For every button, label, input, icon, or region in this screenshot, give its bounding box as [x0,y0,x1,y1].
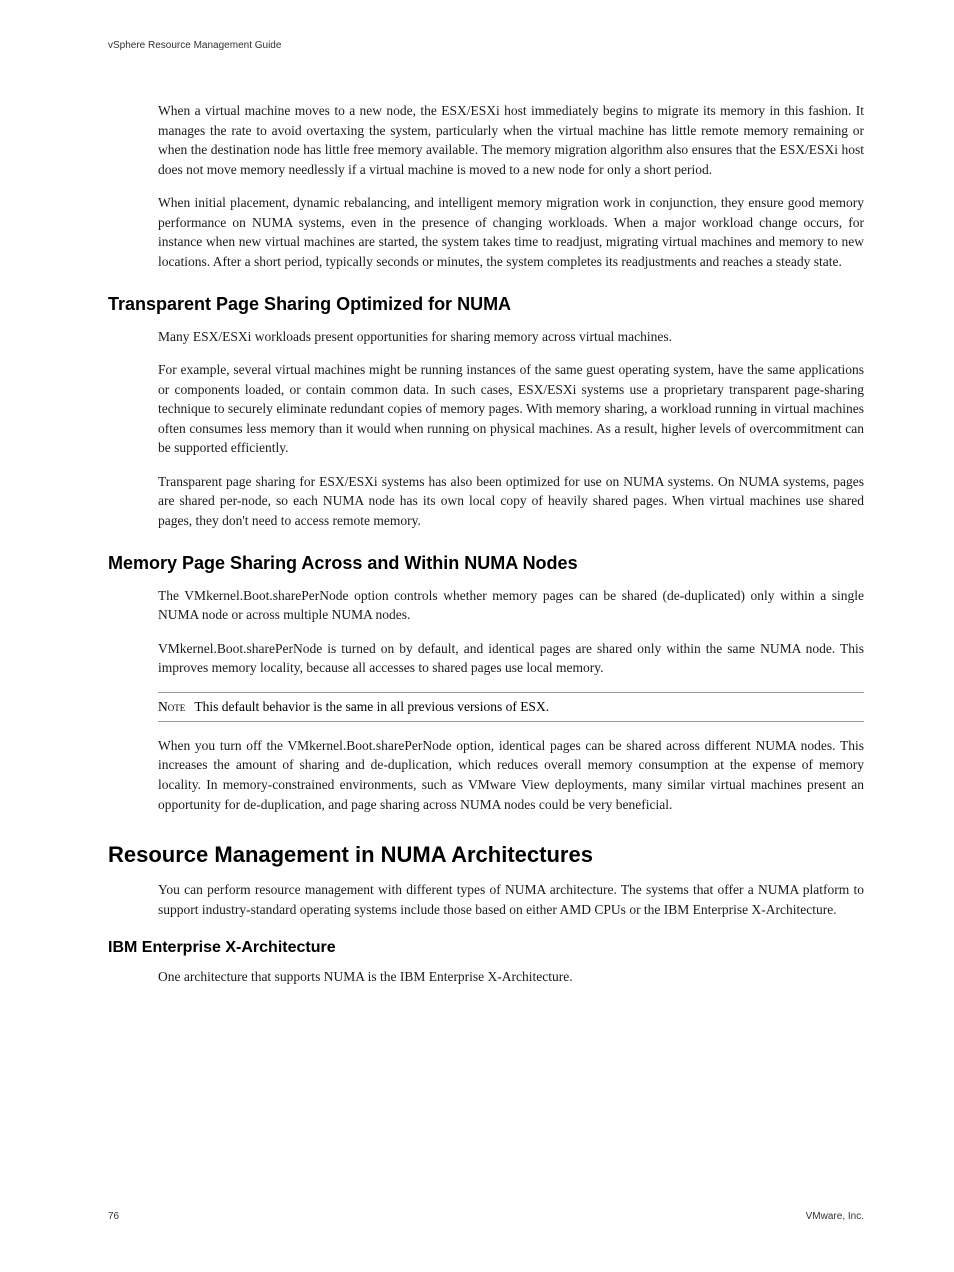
content-area: When a virtual machine moves to a new no… [158,101,864,272]
section-heading-resource-management: Resource Management in NUMA Architecture… [108,842,864,868]
body-paragraph: Many ESX/ESXi workloads present opportun… [158,327,864,347]
body-paragraph: When you turn off the VMkernel.Boot.shar… [158,736,864,814]
company-name: VMware, Inc. [806,1211,864,1222]
body-paragraph: The VMkernel.Boot.sharePerNode option co… [158,586,864,625]
note-text: This default behavior is the same in all… [194,699,549,714]
note-callout: Note This default behavior is the same i… [158,692,864,722]
page-header: vSphere Resource Management Guide [108,40,864,51]
body-paragraph: You can perform resource management with… [158,880,864,919]
content-area: The VMkernel.Boot.sharePerNode option co… [158,586,864,815]
section-heading-ibm-enterprise: IBM Enterprise X-Architecture [108,939,864,957]
body-paragraph: One architecture that supports NUMA is t… [158,967,864,987]
page-footer: 76 VMware, Inc. [108,1211,864,1222]
note-label: Note [158,699,185,714]
content-area: One architecture that supports NUMA is t… [158,967,864,987]
page-number: 76 [108,1211,119,1222]
content-area: You can perform resource management with… [158,880,864,919]
body-paragraph: When a virtual machine moves to a new no… [158,101,864,179]
section-heading-transparent-page-sharing: Transparent Page Sharing Optimized for N… [108,294,864,315]
content-area: Many ESX/ESXi workloads present opportun… [158,327,864,531]
body-paragraph: VMkernel.Boot.sharePerNode is turned on … [158,639,864,678]
body-paragraph: For example, several virtual machines mi… [158,360,864,458]
header-title: vSphere Resource Management Guide [108,40,281,51]
body-paragraph: Transparent page sharing for ESX/ESXi sy… [158,472,864,531]
section-heading-memory-page-sharing: Memory Page Sharing Across and Within NU… [108,553,864,574]
body-paragraph: When initial placement, dynamic rebalanc… [158,193,864,271]
